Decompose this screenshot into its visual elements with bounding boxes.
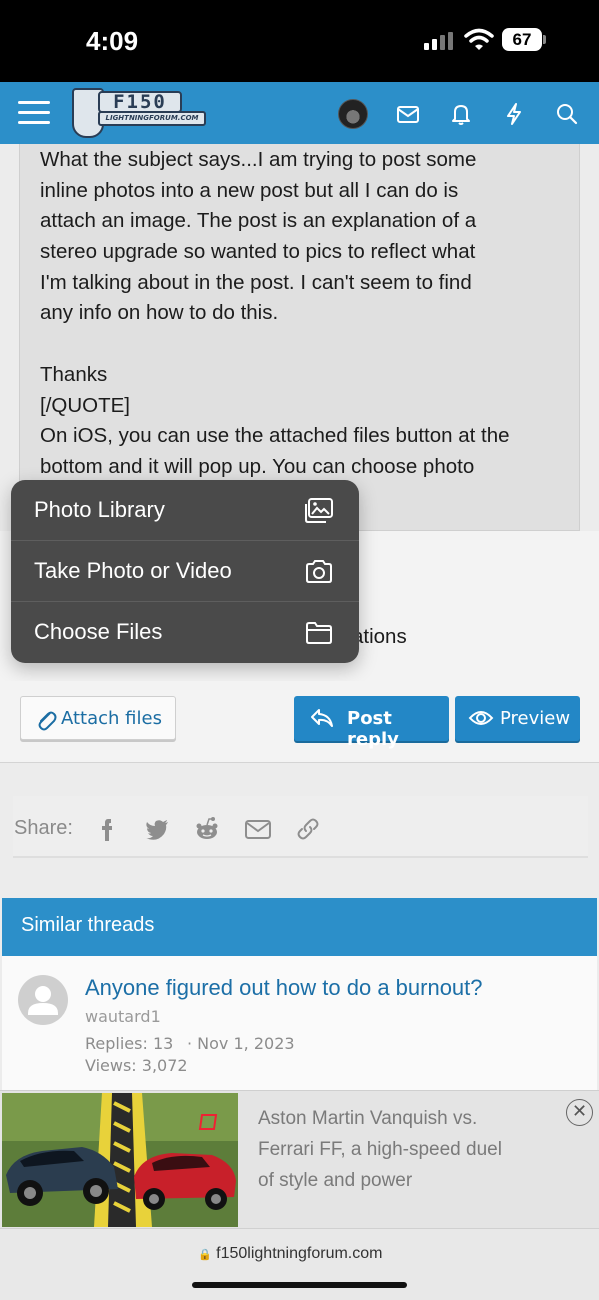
logo-text-top: F150 [98, 91, 182, 113]
cellular-signal-icon [424, 32, 456, 50]
ad-line: of style and power [258, 1170, 413, 1191]
editor-button-row: Attach files Post reply Preview [0, 681, 599, 763]
preview-button[interactable]: Preview [455, 696, 580, 741]
search-icon[interactable] [554, 101, 580, 127]
default-avatar-icon[interactable] [18, 975, 68, 1025]
preview-label: Preview [500, 708, 571, 729]
status-time: 4:09 [86, 26, 139, 56]
reddit-icon[interactable] [193, 815, 221, 843]
camera-icon [306, 560, 332, 583]
text-line: I'm talking about in the post. I can't s… [40, 270, 472, 294]
thread-title-link[interactable]: Anyone figured out how to do a burnout? [85, 975, 483, 1001]
photo-library-icon [305, 498, 333, 523]
attach-files-label: Attach files [61, 708, 162, 729]
reply-arrow-icon [311, 709, 333, 727]
email-icon[interactable] [244, 815, 272, 843]
menu-item-photo-library[interactable]: Photo Library [11, 480, 359, 541]
inbox-icon[interactable] [395, 101, 421, 127]
post-reply-label: Post reply [347, 708, 399, 750]
ad-image[interactable] [2, 1093, 238, 1227]
text-line: Thanks [40, 362, 108, 386]
logo-text-bottom: LIGHTNINGFORUM.COM [98, 111, 206, 126]
status-bar: 4:09 67 [0, 0, 599, 82]
attach-files-button[interactable]: Attach files [20, 696, 176, 740]
battery-level: 67 [502, 28, 542, 51]
ad-headline[interactable]: Aston Martin Vanquish vs. Ferrari FF, a … [258, 1103, 558, 1196]
whats-new-lightning-icon[interactable] [501, 101, 527, 127]
user-avatar[interactable] [338, 99, 368, 129]
site-logo[interactable]: F150 LIGHTNINGFORUM.COM [72, 88, 208, 138]
file-picker-menu: Photo Library Take Photo or Video Choose… [11, 480, 359, 663]
text-line: [/QUOTE] [40, 393, 130, 417]
url-text[interactable]: 🔒 f150lightningforum.com [198, 1245, 382, 1263]
facebook-icon[interactable] [94, 815, 122, 843]
menu-icon[interactable] [18, 99, 50, 127]
menu-item-take-photo[interactable]: Take Photo or Video [11, 541, 359, 602]
share-label: Share: [14, 817, 73, 839]
ad-line: Aston Martin Vanquish vs. [258, 1108, 478, 1129]
ad-close-icon[interactable]: ✕ [566, 1099, 593, 1126]
message-editor-text[interactable]: What the subject says...I am trying to p… [40, 145, 580, 483]
text-line [40, 329, 580, 360]
battery-icon [543, 35, 546, 44]
wifi-icon [464, 28, 494, 50]
text-line: any info on how to do this. [40, 301, 279, 325]
eye-icon [468, 711, 494, 725]
menu-item-label: Photo Library [34, 497, 165, 522]
thread-date: · Nov 1, 2023 [187, 1034, 295, 1053]
text-line: inline photos into a new post but all I … [40, 178, 459, 202]
text-line: On iOS, you can use the attached files b… [40, 424, 510, 448]
advertisement-banner[interactable]: Aston Martin Vanquish vs. Ferrari FF, a … [0, 1090, 599, 1228]
text-line: attach an image. The post is an explanat… [40, 209, 477, 233]
thread-replies: Replies: 13 [85, 1034, 174, 1053]
twitter-icon[interactable] [143, 815, 171, 843]
lock-icon: 🔒 [198, 1249, 212, 1261]
menu-item-choose-files[interactable]: Choose Files [11, 602, 359, 663]
menu-item-label: Take Photo or Video [34, 558, 232, 583]
paperclip-icon [38, 711, 57, 731]
menu-item-label: Choose Files [34, 619, 163, 644]
link-icon[interactable] [294, 815, 322, 843]
thread-author[interactable]: wautard1 [85, 1007, 161, 1026]
text-line: What the subject says...I am trying to p… [40, 148, 477, 171]
post-reply-button[interactable]: Post reply [294, 696, 449, 750]
ad-line: Ferrari FF, a high-speed duel [258, 1139, 502, 1160]
folder-icon [306, 622, 332, 644]
alerts-bell-icon[interactable] [448, 101, 474, 127]
similar-threads-header: Similar threads [2, 898, 597, 956]
browser-url-bar[interactable]: 🔒 f150lightningforum.com [0, 1228, 599, 1300]
text-line: stereo upgrade so wanted to pics to refl… [40, 240, 476, 264]
thread-views: Views: 3,072 [85, 1056, 188, 1075]
url-label: f150lightningforum.com [216, 1245, 383, 1262]
text-line-partial: ations [352, 625, 407, 648]
similar-threads-heading: Similar threads [21, 914, 155, 936]
home-indicator[interactable] [192, 1282, 407, 1288]
text-line: bottom and it will pop up. You can choos… [40, 454, 475, 478]
site-header: F150 LIGHTNINGFORUM.COM [0, 82, 599, 144]
